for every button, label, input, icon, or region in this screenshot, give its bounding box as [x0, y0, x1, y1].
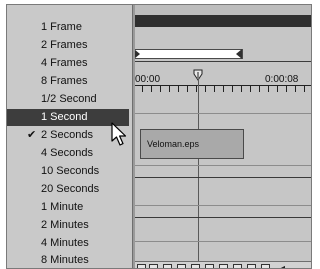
menu-item-1-minute[interactable]: 1 Minute [7, 199, 129, 216]
track-divider [133, 165, 311, 166]
mouse-cursor-icon [111, 122, 129, 148]
toolbar-button-icon[interactable] [233, 264, 242, 268]
toolbar-button-icon[interactable] [177, 264, 186, 268]
screen: 00:00 0:00:08 Veloman.eps ◂ 1 Frame 2 Fr… [6, 4, 312, 269]
menu-item-2-frames[interactable]: 2 Frames [7, 37, 129, 54]
scroll-left-arrow-icon[interactable]: ◂ [281, 264, 287, 269]
menu-item-4-minutes[interactable]: 4 Minutes [7, 235, 129, 252]
work-area-end-handle[interactable] [236, 49, 242, 59]
menu-item-2-minutes[interactable]: 2 Minutes [7, 217, 129, 234]
menu-item-10-seconds[interactable]: 10 Seconds [7, 163, 129, 180]
menu-item-half-second[interactable]: 1/2 Second [7, 91, 129, 108]
timeline-bottom-toolbar: ◂ [133, 261, 311, 269]
layer-duration-bar[interactable]: Veloman.eps [140, 129, 244, 159]
layer-name: Veloman.eps [147, 139, 200, 149]
time-ruler[interactable] [133, 85, 311, 92]
menu-item-8-frames[interactable]: 8 Frames [7, 73, 129, 90]
timeline-window-title-bar[interactable] [123, 15, 311, 27]
time-ruler-start-label: 00:00 [135, 74, 161, 85]
track-divider [133, 217, 311, 218]
toolbar-button-icon[interactable] [247, 264, 256, 268]
toolbar-button-icon[interactable] [205, 264, 214, 268]
track-divider [133, 241, 311, 242]
work-area-start-handle[interactable] [134, 49, 140, 59]
work-area-bar[interactable] [133, 49, 243, 59]
check-icon: ✔ [27, 129, 37, 141]
toolbar-button-icon[interactable] [163, 264, 172, 268]
toolbar-button-icon[interactable] [191, 264, 200, 268]
menu-item-4-frames[interactable]: 4 Frames [7, 55, 129, 72]
ruler-border [133, 61, 311, 62]
track-divider [133, 113, 311, 114]
track-divider [133, 205, 311, 206]
track-divider [133, 177, 311, 178]
toolbar-button-icon[interactable] [137, 264, 146, 268]
toolbar-button-icon[interactable] [261, 264, 270, 268]
menu-item-8-minutes[interactable]: 8 Minutes [7, 252, 129, 268]
time-ruler-end-label: 0:00:08 [265, 74, 299, 85]
toolbar-button-icon[interactable] [149, 264, 158, 268]
menu-item-1-frame[interactable]: 1 Frame [7, 19, 129, 36]
toolbar-button-icon[interactable] [219, 264, 228, 268]
menu-item-20-seconds[interactable]: 20 Seconds [7, 181, 129, 198]
